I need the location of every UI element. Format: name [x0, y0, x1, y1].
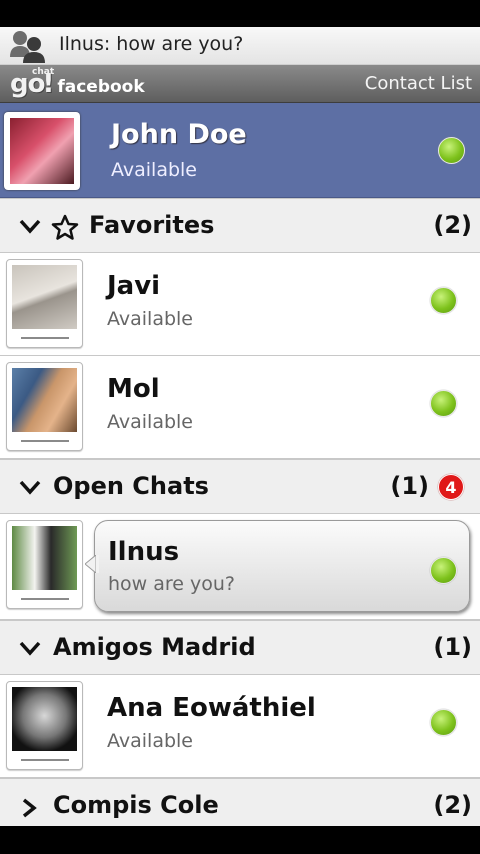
avatar-underline — [20, 337, 69, 339]
my-photo — [10, 118, 74, 184]
group-count: (2) — [433, 791, 472, 819]
chevron-down-icon — [19, 641, 41, 656]
logo-facebook: facebook — [57, 77, 145, 97]
bubble-tail — [85, 555, 99, 573]
group-label: Favorites — [89, 211, 215, 239]
avatar-underline — [20, 598, 69, 600]
my-status: Available — [111, 159, 198, 181]
avatar — [6, 362, 83, 451]
contact-row-mol[interactable]: Mol Available — [0, 356, 480, 459]
notification-bar[interactable]: Ilnus: how are you? — [0, 27, 480, 65]
contact-status: Available — [107, 730, 194, 752]
avatar-underline — [20, 759, 69, 761]
logo-exclaim: ! — [42, 69, 54, 99]
group-compis-cole[interactable]: Compis Cole (2) — [0, 778, 480, 833]
contact-row-javi[interactable]: Javi Available — [0, 253, 480, 356]
contact-list-title[interactable]: Contact List — [365, 73, 472, 94]
contact-photo — [12, 687, 77, 751]
avatar-underline — [20, 440, 69, 442]
group-count: (1) — [390, 472, 429, 500]
chat-bubble[interactable]: Ilnus how are you? — [85, 520, 470, 612]
contact-status: Available — [107, 308, 194, 330]
group-count: (1) — [433, 633, 472, 661]
group-favorites[interactable]: Favorites (2) — [0, 198, 480, 253]
star-icon — [51, 214, 79, 240]
contact-name: Ana Eowáthiel — [107, 693, 316, 723]
contact-photo — [12, 368, 77, 432]
last-message: how are you? — [108, 573, 236, 595]
app-bar: go chat ! facebook Contact List — [0, 65, 480, 103]
group-label: Amigos Madrid — [53, 633, 256, 661]
people-icon — [10, 31, 45, 63]
online-status-icon — [430, 557, 457, 584]
notification-text: Ilnus: how are you? — [59, 33, 244, 55]
contact-row-ana[interactable]: Ana Eowáthiel Available — [0, 675, 480, 778]
online-status-icon — [438, 137, 465, 164]
contact-name: Ilnus — [108, 537, 180, 567]
my-profile[interactable]: John Doe Available — [0, 103, 480, 198]
my-name: John Doe — [111, 119, 247, 150]
group-label: Open Chats — [53, 472, 209, 500]
online-status-icon — [430, 709, 457, 736]
contact-photo — [12, 265, 77, 329]
bottom-bar — [0, 826, 480, 854]
online-status-icon — [430, 390, 457, 417]
avatar — [6, 259, 83, 348]
unread-badge: 4 — [438, 474, 464, 500]
contact-name: Javi — [107, 271, 161, 301]
contact-photo — [12, 526, 77, 590]
chevron-down-icon — [19, 219, 41, 234]
status-bar — [0, 0, 480, 27]
group-count: (2) — [433, 211, 472, 239]
group-amigos-madrid[interactable]: Amigos Madrid (1) — [0, 620, 480, 675]
avatar — [6, 520, 83, 609]
group-label: Compis Cole — [53, 791, 219, 819]
chevron-right-icon — [22, 798, 37, 818]
contact-row-ilnus[interactable]: Ilnus how are you? — [0, 514, 480, 620]
screen: Ilnus: how are you? go chat ! facebook C… — [0, 0, 480, 854]
group-open-chats[interactable]: Open Chats (1) 4 — [0, 459, 480, 514]
my-avatar — [4, 112, 80, 190]
chevron-down-icon — [19, 480, 41, 495]
online-status-icon — [430, 287, 457, 314]
contact-status: Available — [107, 411, 194, 433]
avatar — [6, 681, 83, 770]
gochat-facebook-logo: go chat ! facebook — [10, 67, 145, 101]
contact-name: Mol — [107, 374, 160, 404]
